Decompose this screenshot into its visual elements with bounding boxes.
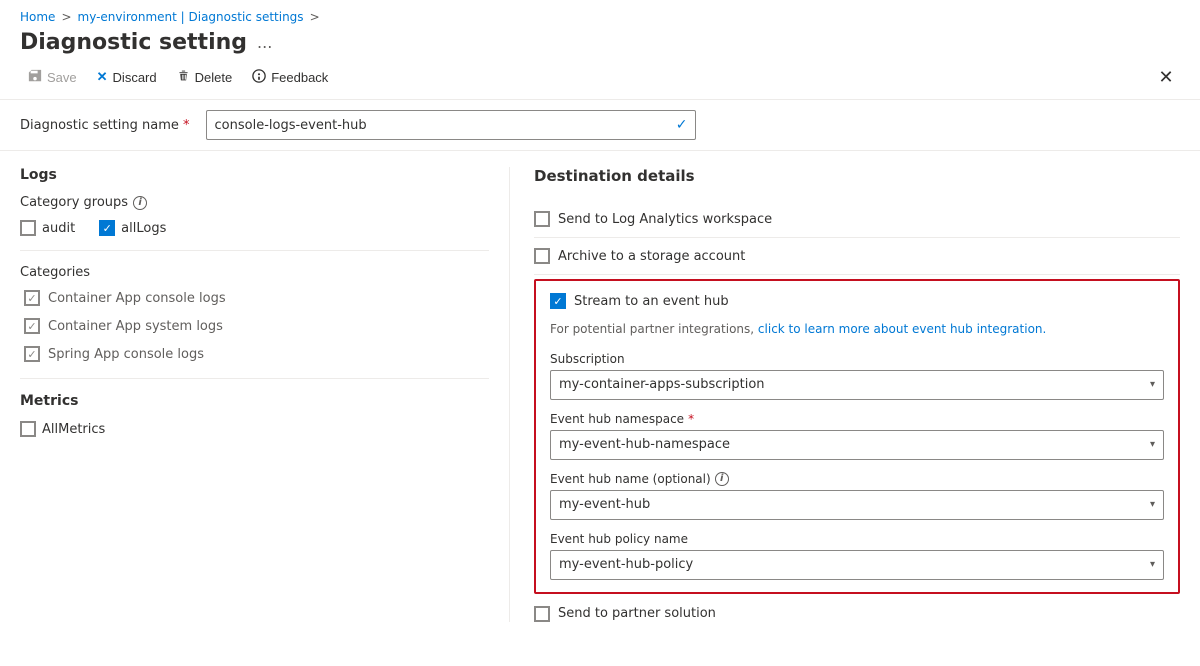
category-item-3: Spring App console logs <box>24 346 489 362</box>
subscription-field: Subscription my-container-apps-subscript… <box>550 352 1164 400</box>
page-title-ellipsis[interactable]: ... <box>257 33 272 52</box>
category-item-1: Container App console logs <box>24 290 489 306</box>
save-icon <box>28 69 42 86</box>
logs-section-title: Logs <box>20 167 489 183</box>
save-button[interactable]: Save <box>20 64 85 91</box>
hub-name-dropdown[interactable]: my-event-hub ▾ <box>550 490 1164 520</box>
hub-name-info-icon[interactable]: i <box>715 472 729 486</box>
categories-subtitle: Categories <box>20 265 489 280</box>
delete-icon <box>177 69 190 85</box>
required-indicator: * <box>183 118 190 133</box>
category-2-label: Container App system logs <box>48 319 223 334</box>
storage-option: Archive to a storage account <box>534 238 1180 275</box>
namespace-field: Event hub namespace * my-event-hub-names… <box>550 412 1164 460</box>
toolbar: Save ✕ Discard Delete Feedback ✕ <box>0 55 1200 100</box>
input-check-icon: ✓ <box>676 117 688 133</box>
feedback-icon <box>252 69 266 86</box>
discard-button[interactable]: ✕ Discard <box>89 64 165 90</box>
metrics-divider <box>20 378 489 379</box>
right-panel: Destination details Send to Log Analytic… <box>510 167 1180 622</box>
all-logs-checkbox-label[interactable]: allLogs <box>99 220 166 236</box>
log-analytics-label: Send to Log Analytics workspace <box>558 212 772 227</box>
subscription-dropdown[interactable]: my-container-apps-subscription ▾ <box>550 370 1164 400</box>
audit-checkbox-label[interactable]: audit <box>20 220 75 236</box>
setting-name-input[interactable]: console-logs-event-hub <box>206 110 696 140</box>
setting-name-row: Diagnostic setting name * console-logs-e… <box>0 100 1200 151</box>
page-title: Diagnostic setting <box>20 30 247 55</box>
storage-label: Archive to a storage account <box>558 249 745 264</box>
log-analytics-checkbox[interactable] <box>534 211 550 227</box>
subscription-label: Subscription <box>550 352 1164 366</box>
category-item-2: Container App system logs <box>24 318 489 334</box>
namespace-dropdown[interactable]: my-event-hub-namespace ▾ <box>550 430 1164 460</box>
metrics-section-title: Metrics <box>20 393 489 409</box>
event-hub-section: Stream to an event hub For potential par… <box>534 279 1180 594</box>
log-analytics-option: Send to Log Analytics workspace <box>534 201 1180 238</box>
all-metrics-checkbox-label[interactable]: AllMetrics <box>20 421 105 437</box>
hub-name-field: Event hub name (optional) i my-event-hub… <box>550 472 1164 520</box>
logs-divider <box>20 250 489 251</box>
destination-title: Destination details <box>534 167 1180 185</box>
feedback-button[interactable]: Feedback <box>244 64 336 91</box>
feedback-label: Feedback <box>271 70 328 85</box>
partner-info: For potential partner integrations, clic… <box>550 321 1164 338</box>
all-logs-checkbox[interactable] <box>99 220 115 236</box>
audit-checkbox[interactable] <box>20 220 36 236</box>
partner-link[interactable]: click to learn more about event hub inte… <box>758 322 1046 336</box>
main-content: Logs Category groups i audit allLogs Cat… <box>0 151 1200 638</box>
partner-solution-checkbox[interactable] <box>534 606 550 622</box>
setting-name-label: Diagnostic setting name * <box>20 118 190 133</box>
event-hub-header: Stream to an event hub <box>550 293 1164 309</box>
policy-chevron-icon: ▾ <box>1150 559 1155 570</box>
namespace-label: Event hub namespace * <box>550 412 1164 426</box>
breadcrumb-sep2: > <box>310 10 320 24</box>
discard-label: Discard <box>113 70 157 85</box>
category-groups-info-icon[interactable]: i <box>133 196 147 210</box>
category-2-checkbox[interactable] <box>24 318 40 334</box>
delete-label: Delete <box>195 70 233 85</box>
namespace-required: * <box>688 412 694 426</box>
setting-name-input-wrapper: console-logs-event-hub ✓ <box>206 110 696 140</box>
subscription-chevron-icon: ▾ <box>1150 379 1155 390</box>
event-hub-checkbox[interactable] <box>550 293 566 309</box>
breadcrumb-sep1: > <box>61 10 71 24</box>
category-3-checkbox[interactable] <box>24 346 40 362</box>
left-panel: Logs Category groups i audit allLogs Cat… <box>20 167 510 622</box>
breadcrumb: Home > my-environment | Diagnostic setti… <box>20 10 1180 24</box>
all-metrics-row: AllMetrics <box>20 421 489 437</box>
hub-name-chevron-icon: ▾ <box>1150 499 1155 510</box>
breadcrumb-home[interactable]: Home <box>20 10 55 24</box>
hub-name-label: Event hub name (optional) i <box>550 472 1164 486</box>
policy-field: Event hub policy name my-event-hub-polic… <box>550 532 1164 580</box>
partner-solution-label: Send to partner solution <box>558 606 716 621</box>
delete-button[interactable]: Delete <box>169 64 241 90</box>
partner-solution-option: Send to partner solution <box>534 594 1180 622</box>
close-button[interactable]: ✕ <box>1152 63 1180 91</box>
category-1-checkbox[interactable] <box>24 290 40 306</box>
namespace-chevron-icon: ▾ <box>1150 439 1155 450</box>
all-metrics-checkbox[interactable] <box>20 421 36 437</box>
policy-dropdown[interactable]: my-event-hub-policy ▾ <box>550 550 1164 580</box>
storage-checkbox[interactable] <box>534 248 550 264</box>
category-groups-row: audit allLogs <box>20 220 489 236</box>
save-label: Save <box>47 70 77 85</box>
category-1-label: Container App console logs <box>48 291 226 306</box>
category-3-label: Spring App console logs <box>48 347 204 362</box>
category-list: Container App console logs Container App… <box>20 290 489 362</box>
policy-label: Event hub policy name <box>550 532 1164 546</box>
category-groups-subtitle: Category groups i <box>20 195 489 210</box>
event-hub-label: Stream to an event hub <box>574 294 729 309</box>
discard-icon: ✕ <box>97 69 108 85</box>
breadcrumb-environment[interactable]: my-environment | Diagnostic settings <box>78 10 304 24</box>
